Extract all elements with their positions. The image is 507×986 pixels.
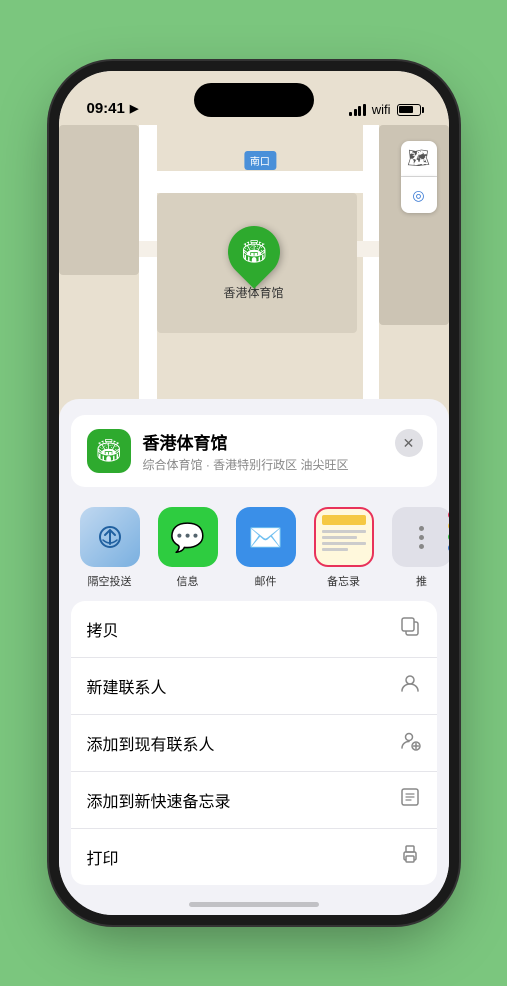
location-button[interactable]: ◎ — [401, 177, 437, 213]
dynamic-island — [194, 83, 314, 117]
new-contact-icon — [399, 672, 421, 700]
more-icon — [392, 507, 449, 567]
map-label: 南口 — [244, 151, 276, 170]
action-list: 拷贝 新建联系人 添加到现有联系人 — [71, 601, 437, 885]
share-row: 隔空投送 💬 信息 ✉️ 邮件 — [59, 499, 449, 601]
map-view-button[interactable]: 🗺 — [401, 141, 437, 177]
messages-icon: 💬 — [158, 507, 218, 567]
share-messages[interactable]: 💬 信息 — [149, 507, 227, 589]
status-time: 09:41 ▶ — [87, 100, 139, 117]
venue-subtitle: 综合体育馆 · 香港特别行政区 油尖旺区 — [143, 456, 421, 473]
share-more[interactable]: 推 — [383, 507, 449, 589]
copy-icon — [399, 615, 421, 643]
notes-label: 备忘录 — [327, 573, 360, 589]
action-copy[interactable]: 拷贝 — [71, 601, 437, 658]
action-add-existing[interactable]: 添加到现有联系人 — [71, 715, 437, 772]
quick-note-label: 添加到新快速备忘录 — [87, 788, 231, 812]
new-contact-label: 新建联系人 — [87, 674, 167, 698]
airdrop-label: 隔空投送 — [88, 573, 132, 589]
add-existing-icon — [399, 729, 421, 757]
print-label: 打印 — [87, 845, 119, 869]
venue-name: 香港体育馆 — [143, 429, 421, 454]
wifi-icon: wifi — [372, 102, 391, 117]
airdrop-icon — [80, 507, 140, 567]
share-mail[interactable]: ✉️ 邮件 — [227, 507, 305, 589]
location-info: 香港体育馆 综合体育馆 · 香港特别行政区 油尖旺区 — [143, 429, 421, 473]
bottom-sheet: 🏟 香港体育馆 综合体育馆 · 香港特别行政区 油尖旺区 ✕ 隔空投送 — [59, 399, 449, 915]
quick-note-icon — [399, 786, 421, 814]
location-pin: 🏟 香港体育馆 — [223, 226, 283, 301]
action-quick-note[interactable]: 添加到新快速备忘录 — [71, 772, 437, 829]
home-indicator — [189, 902, 319, 907]
location-card: 🏟 香港体育馆 综合体育馆 · 香港特别行政区 油尖旺区 ✕ — [71, 415, 437, 487]
add-existing-label: 添加到现有联系人 — [87, 731, 215, 755]
status-icons: wifi — [349, 102, 420, 117]
venue-icon: 🏟 — [87, 429, 131, 473]
messages-label: 信息 — [177, 573, 199, 589]
phone-frame: 09:41 ▶ wifi 南口 🗺 ◎ — [59, 71, 449, 915]
copy-label: 拷贝 — [87, 617, 119, 641]
location-arrow-icon: ▶ — [130, 102, 138, 115]
action-print[interactable]: 打印 — [71, 829, 437, 885]
print-icon — [399, 843, 421, 871]
share-airdrop[interactable]: 隔空投送 — [71, 507, 149, 589]
mail-icon: ✉️ — [236, 507, 296, 567]
pin-icon: 🏟 — [217, 215, 291, 289]
battery-icon — [397, 104, 421, 116]
signal-bars-icon — [349, 104, 366, 116]
share-notes[interactable]: 备忘录 — [305, 507, 383, 589]
mail-label: 邮件 — [255, 573, 277, 589]
map-controls: 🗺 ◎ — [401, 141, 437, 213]
notes-icon — [314, 507, 374, 567]
more-label: 推 — [416, 573, 427, 589]
close-button[interactable]: ✕ — [395, 429, 423, 457]
action-new-contact[interactable]: 新建联系人 — [71, 658, 437, 715]
